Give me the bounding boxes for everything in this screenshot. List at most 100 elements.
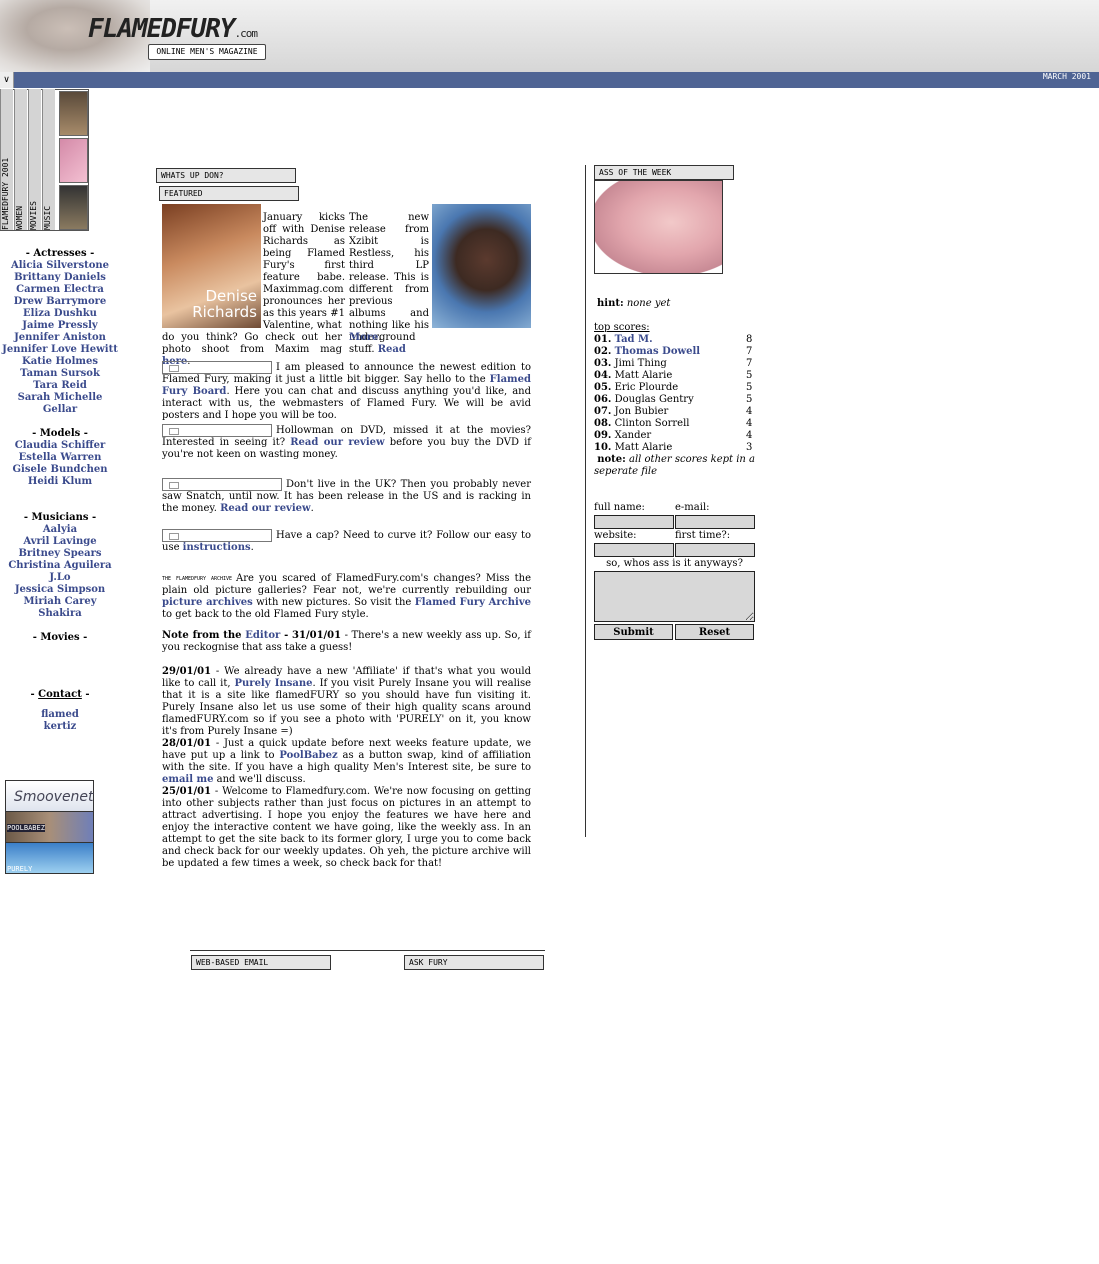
models-heading: - Models - (32, 428, 88, 439)
hollowman-review-link[interactable]: Read our review (290, 437, 384, 448)
score-name[interactable]: Tad M. (615, 334, 653, 345)
featured-button[interactable]: FEATURED (159, 186, 299, 201)
full-name-input[interactable] (594, 515, 674, 529)
score-value: 5 (746, 382, 753, 393)
sidebar-item-model[interactable]: Gisele Bundchen (0, 464, 120, 476)
whats-up-button[interactable]: WHATS UP DON? (156, 168, 296, 183)
xzibit-photo[interactable] (432, 204, 531, 328)
sidebar-item-model[interactable]: Claudia Schiffer (0, 440, 120, 452)
affiliate-smoovenet[interactable]: Smoovenet (5, 780, 94, 812)
musicians-heading: - Musicians - (23, 512, 97, 523)
sidebar-item-contact[interactable]: flamed (0, 709, 120, 721)
site-tagline: ONLINE MEN'S MAGAZINE (148, 44, 266, 60)
score-value: 7 (746, 346, 753, 357)
score-rank: 04. (594, 370, 612, 381)
nav-thumb-movies[interactable] (59, 138, 88, 183)
score-value: 5 (746, 370, 753, 381)
purely-insane-link[interactable]: Purely Insane (235, 678, 313, 689)
xzibit-more-link[interactable]: More. (349, 332, 382, 344)
sidebar-item-actress[interactable]: Brittany Daniels (0, 272, 120, 284)
contact-heading: - Contact - (30, 689, 90, 700)
nav-thumb-music[interactable] (59, 185, 88, 230)
sidebar-item-contact[interactable]: kertiz (0, 721, 120, 733)
archive-logo[interactable]: THE FLAMEDFURY ARCHIVE (162, 576, 232, 582)
submit-button[interactable]: Submit (594, 624, 673, 640)
cap-instructions-link[interactable]: instructions (183, 542, 251, 553)
sidebar-item-actress[interactable]: Taman Sursok (0, 368, 120, 380)
reset-button[interactable]: Reset (675, 624, 754, 640)
guess-textarea[interactable] (594, 571, 755, 622)
first-time-input[interactable] (675, 543, 755, 557)
score-rank: 01. (594, 334, 612, 345)
nav-tab-movies[interactable]: MOVIES (28, 89, 41, 230)
email-input[interactable] (675, 515, 755, 529)
score-rank: 07. (594, 406, 612, 417)
web-email-button[interactable]: WEB-BASED EMAIL (191, 955, 331, 970)
sidebar-item-actress[interactable]: Alicia Silverstone (0, 260, 120, 272)
score-name: Matt Alarie (614, 370, 673, 381)
news-editor-note: Note from the Editor - 31/01/01 - There'… (162, 630, 532, 653)
news-28-01-01: 28/01/01 - Just a quick update before ne… (162, 738, 531, 785)
snatch-review-link[interactable]: Read our review (220, 503, 311, 514)
movies-heading: - Movies - (32, 632, 88, 643)
board-icon (162, 361, 272, 374)
email-me-link[interactable]: email me (162, 774, 213, 785)
flamed-fury-archive-link[interactable]: Flamed Fury Archive (415, 597, 531, 608)
news-25-01-01: 25/01/01 - Welcome to Flamedfury.com. We… (162, 786, 531, 869)
nav-tab-women[interactable]: WOMEN (14, 89, 27, 230)
ass-of-week-button[interactable]: ASS OF THE WEEK (594, 165, 734, 180)
denise-feature-text: January kicks off with Denise Richards a… (263, 212, 345, 331)
poolbabez-link[interactable]: PoolBabez (279, 750, 337, 761)
sidebar-item-actress[interactable]: Tara Reid (0, 380, 120, 392)
sidebar-item-actress[interactable]: Carmen Electra (0, 284, 120, 296)
score-name: Clinton Sorrell (614, 418, 690, 429)
sidebar-item-model[interactable]: Estella Warren (0, 452, 120, 464)
score-row: 10. Matt Alarie 3 (594, 442, 764, 454)
sidebar-item-actress[interactable]: Drew Barrymore (0, 296, 120, 308)
sidebar-item-musician[interactable]: Avril Lavinge (0, 536, 120, 548)
column-divider (585, 165, 586, 837)
sidebar-item-actress[interactable]: Jennifer Love Hewitt (0, 344, 120, 356)
affiliate-poolbabez[interactable]: POOLBABEZ (5, 811, 94, 843)
ask-fury-button[interactable]: ASK FURY (404, 955, 544, 970)
contact-link[interactable]: Contact (38, 689, 82, 700)
nav-tab-home[interactable]: FLAMEDFURY 2001 (0, 89, 13, 230)
sidebar-item-actress[interactable]: Katie Holmes (0, 356, 120, 368)
score-row: 04. Matt Alarie 5 (594, 370, 764, 382)
actresses-list: Alicia Silverstone Brittany Daniels Carmen… (0, 260, 120, 416)
sidebar-item-musician[interactable]: Shakira (0, 608, 120, 620)
sidebar-item-actress[interactable]: Eliza Dushku (0, 308, 120, 320)
denise-richards-photo[interactable]: Denise Richards (162, 204, 261, 328)
chevron-down-icon[interactable]: ∨ (0, 72, 14, 88)
sidebar-item-model[interactable]: Heidi Klum (0, 476, 120, 488)
nav-thumb-women[interactable] (59, 91, 88, 136)
score-value: 3 (746, 442, 753, 453)
score-rank: 06. (594, 394, 612, 405)
website-input[interactable] (594, 543, 674, 557)
sidebar-item-actress[interactable]: Jennifer Aniston (0, 332, 120, 344)
picture-archives-link[interactable]: picture archives (162, 597, 253, 608)
sidebar-item-musician[interactable]: Aalyia (0, 524, 120, 536)
score-value: 4 (746, 406, 753, 417)
sidebar-item-musician[interactable]: J.Lo (0, 572, 120, 584)
sidebar-item-musician[interactable]: Jessica Simpson (0, 584, 120, 596)
site-logo[interactable]: FLAMEDFURY.com (88, 14, 258, 44)
news-hollowman: Hollowman on DVD, missed it at the movie… (162, 424, 531, 460)
score-rank: 03. (594, 358, 612, 369)
affiliate-purely[interactable]: PURELY (5, 842, 94, 874)
sidebar-item-actress[interactable]: Sarah Michelle Gellar (0, 392, 120, 416)
score-value: 5 (746, 394, 753, 405)
score-rank: 10. (594, 442, 612, 453)
sidebar-item-actress[interactable]: Jaime Pressly (0, 320, 120, 332)
sidebar-item-musician[interactable]: Miriah Carey (0, 596, 120, 608)
nav-tab-music[interactable]: MUSIC (42, 89, 55, 230)
sidebar-item-musician[interactable]: Christina Aguilera (0, 560, 120, 572)
score-value: 7 (746, 358, 753, 369)
top-scores-heading: top scores: (594, 322, 650, 333)
sidebar-item-musician[interactable]: Britney Spears (0, 548, 120, 560)
xzibit-read-link[interactable]: Read (378, 344, 406, 355)
cap-icon (162, 529, 272, 542)
score-rank: 05. (594, 382, 612, 393)
editor-link[interactable]: Editor (245, 630, 280, 641)
score-name[interactable]: Thomas Dowell (615, 346, 700, 357)
